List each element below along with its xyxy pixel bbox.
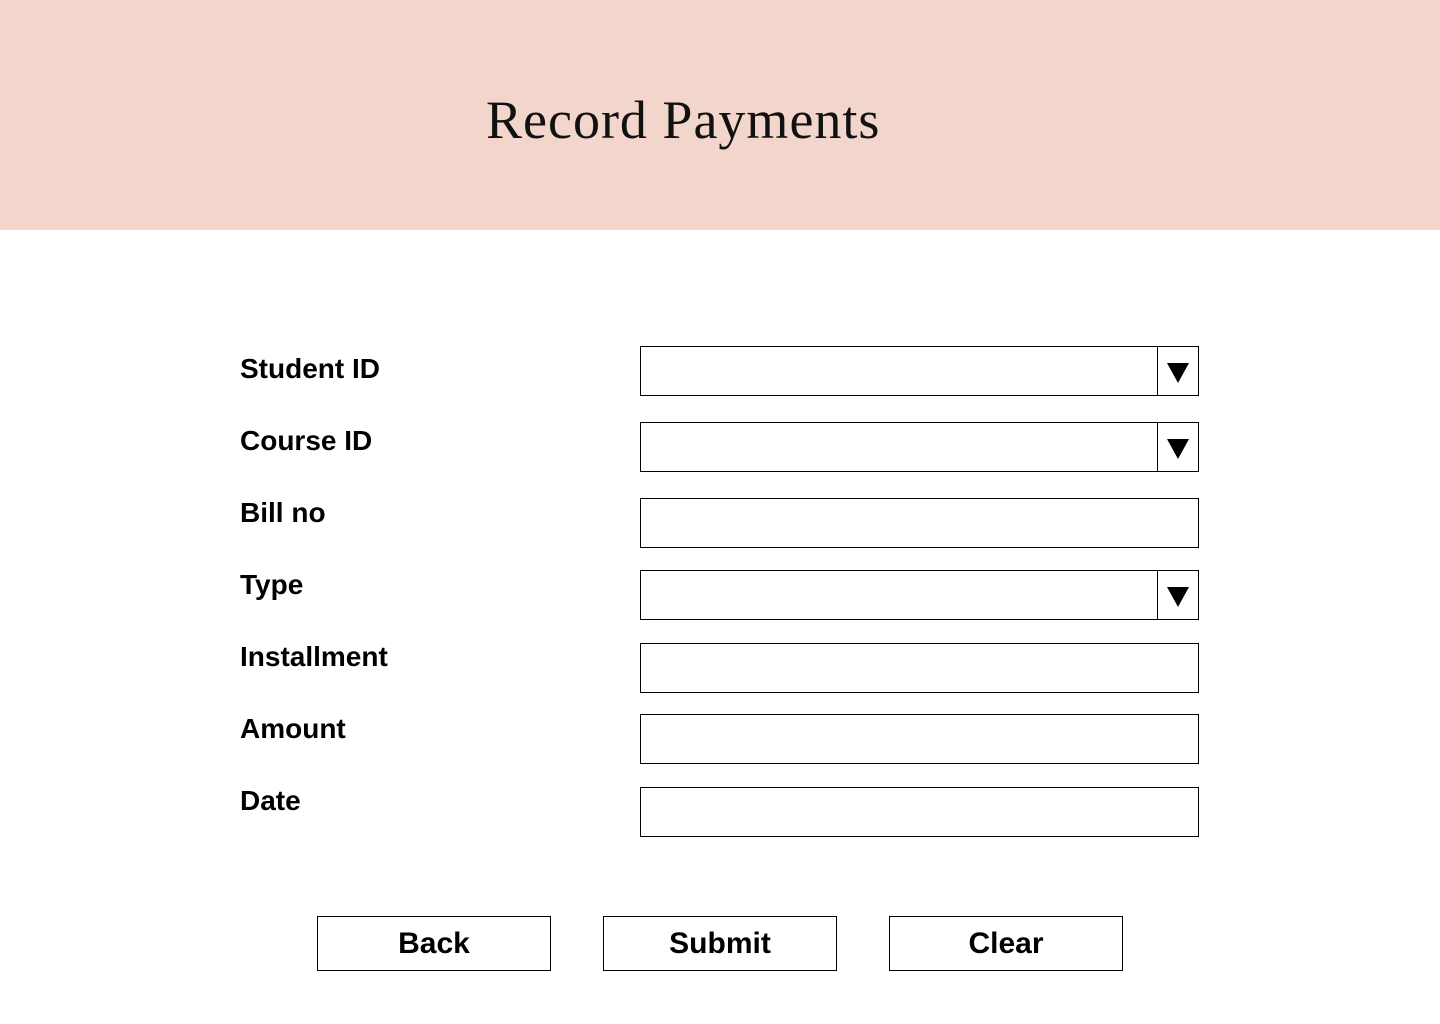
clear-button[interactable]: Clear — [889, 916, 1123, 971]
course-id-select[interactable] — [640, 422, 1199, 472]
type-dropdown-button[interactable] — [1157, 571, 1198, 619]
type-label: Type — [240, 569, 304, 600]
page-title: Record Payments — [486, 90, 881, 150]
bill-no-input[interactable] — [641, 499, 1198, 547]
course-id-label: Course ID — [240, 425, 373, 456]
date-label: Date — [240, 785, 301, 816]
amount-field-box — [640, 714, 1199, 764]
page-header: Record Payments — [0, 0, 1440, 230]
type-select[interactable] — [640, 570, 1199, 620]
course-id-dropdown-button[interactable] — [1157, 423, 1198, 471]
installment-field-box — [640, 643, 1199, 693]
date-input[interactable] — [641, 788, 1198, 836]
triangle-down-icon — [1167, 587, 1189, 607]
back-button[interactable]: Back — [317, 916, 551, 971]
amount-input[interactable] — [641, 715, 1198, 763]
student-id-select[interactable] — [640, 346, 1199, 396]
student-id-dropdown-button[interactable] — [1157, 347, 1198, 395]
bill-no-label: Bill no — [240, 497, 326, 528]
bill-no-field-box — [640, 498, 1199, 548]
date-field-box — [640, 787, 1199, 837]
triangle-down-icon — [1167, 439, 1189, 459]
submit-button[interactable]: Submit — [603, 916, 837, 971]
installment-input[interactable] — [641, 644, 1198, 692]
triangle-down-icon — [1167, 363, 1189, 383]
student-id-label: Student ID — [240, 353, 380, 384]
installment-label: Installment — [240, 641, 388, 672]
amount-label: Amount — [240, 713, 346, 744]
